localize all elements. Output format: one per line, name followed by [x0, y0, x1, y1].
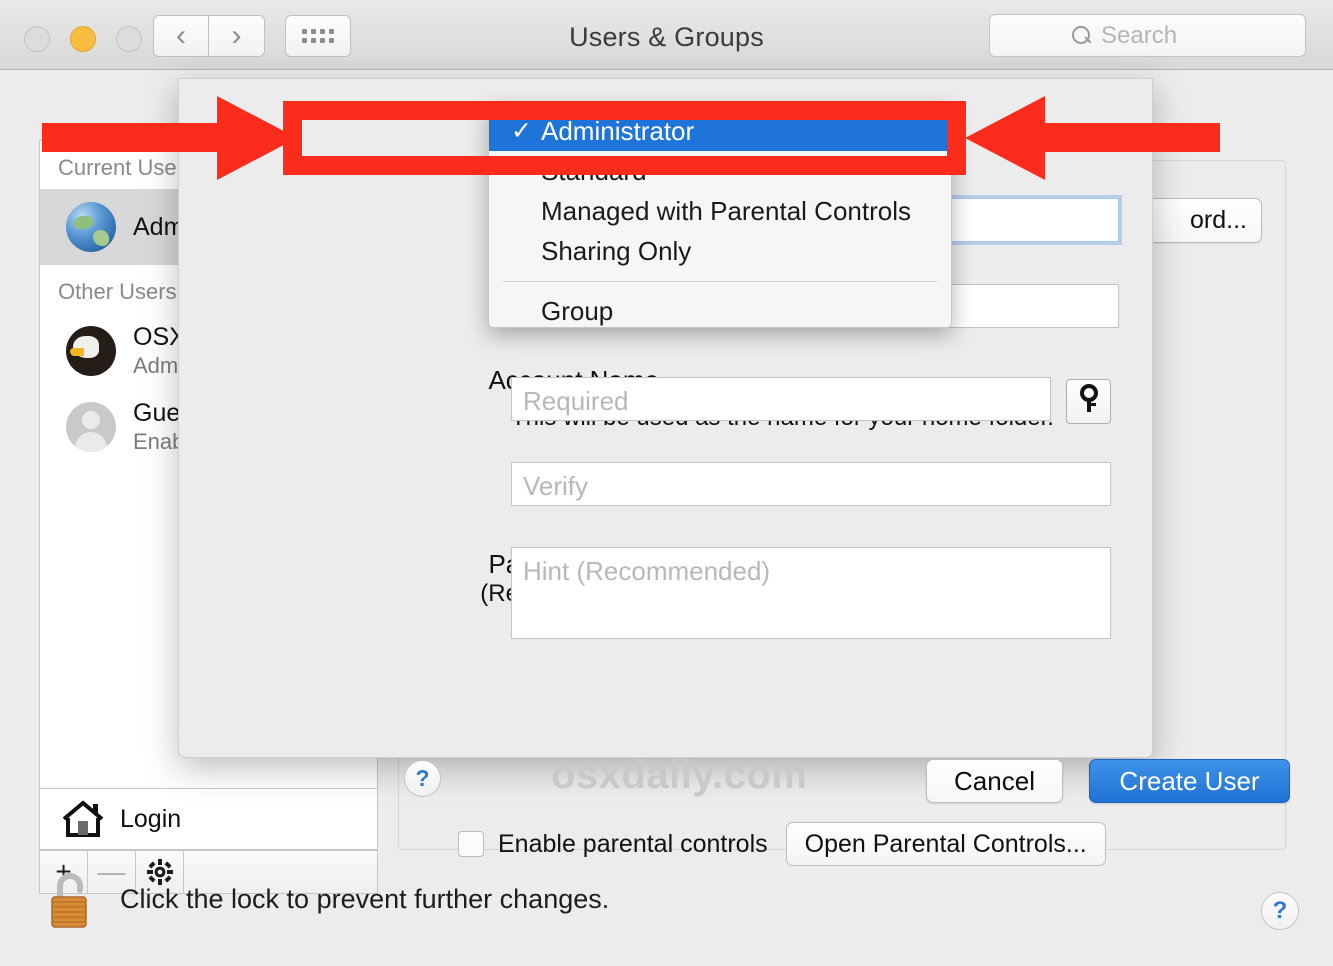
window-titlebar: ‹ › Users & Groups Search	[0, 0, 1333, 70]
search-input[interactable]: Search	[989, 14, 1306, 57]
password-assistant-button[interactable]	[1066, 379, 1111, 424]
earth-avatar	[66, 202, 116, 252]
menu-item-label: Managed with Parental Controls	[541, 196, 911, 227]
menu-item-label: Administrator	[541, 116, 694, 147]
lock-message: Click the lock to prevent further change…	[120, 884, 609, 915]
checkmark-icon: ✓	[511, 116, 541, 146]
enable-parental-controls-label: Enable parental controls	[498, 830, 768, 859]
login-options-row[interactable]: Login	[39, 788, 378, 850]
menu-item-label: Group	[541, 296, 613, 327]
search-icon	[1072, 26, 1092, 46]
menu-item-label: Sharing Only	[541, 236, 691, 267]
watermark: osxdaily.com	[551, 753, 807, 798]
verify-placeholder: Verify	[523, 471, 588, 501]
screen: ‹ › Users & Groups Search ord... Enable …	[0, 0, 1333, 966]
create-user-button[interactable]: Create User	[1089, 759, 1290, 803]
menu-item-standard[interactable]: Standard	[489, 151, 951, 191]
house-icon	[60, 799, 106, 839]
parental-controls-row: Enable parental controls Open Parental C…	[458, 822, 1106, 866]
menu-item-managed-parental-controls[interactable]: Managed with Parental Controls	[489, 191, 951, 231]
verify-input[interactable]: Verify	[511, 462, 1111, 506]
annotation-arrow-left	[42, 96, 297, 180]
account-type-popup-menu[interactable]: ✓ Administrator Standard Managed with Pa…	[488, 104, 952, 328]
guest-avatar	[66, 402, 116, 452]
cancel-button[interactable]: Cancel	[926, 759, 1063, 803]
password-input[interactable]: Required	[511, 377, 1051, 421]
key-icon	[1078, 384, 1100, 419]
search-placeholder: Search	[1101, 22, 1177, 50]
password-hint-placeholder: Hint (Recommended)	[523, 556, 770, 586]
menu-item-label: Standard	[541, 156, 647, 187]
menu-item-administrator[interactable]: ✓ Administrator	[489, 111, 951, 151]
eagle-avatar	[66, 326, 116, 376]
sheet-help-button[interactable]: ?	[404, 760, 441, 797]
password-hint-input[interactable]: Hint (Recommended)	[511, 547, 1111, 639]
password-placeholder: Required	[523, 386, 629, 416]
enable-parental-controls-checkbox[interactable]	[458, 831, 484, 857]
login-options-label: Login	[120, 805, 181, 834]
unlocked-padlock-icon[interactable]	[48, 868, 98, 930]
annotation-arrow-right	[965, 96, 1220, 180]
lock-row[interactable]: Click the lock to prevent further change…	[48, 868, 609, 930]
open-parental-controls-button[interactable]: Open Parental Controls...	[786, 822, 1106, 866]
menu-item-sharing-only[interactable]: Sharing Only	[489, 231, 951, 271]
menu-separator	[503, 281, 937, 282]
help-button[interactable]: ?	[1261, 892, 1299, 930]
menu-item-group[interactable]: Group	[489, 291, 951, 331]
